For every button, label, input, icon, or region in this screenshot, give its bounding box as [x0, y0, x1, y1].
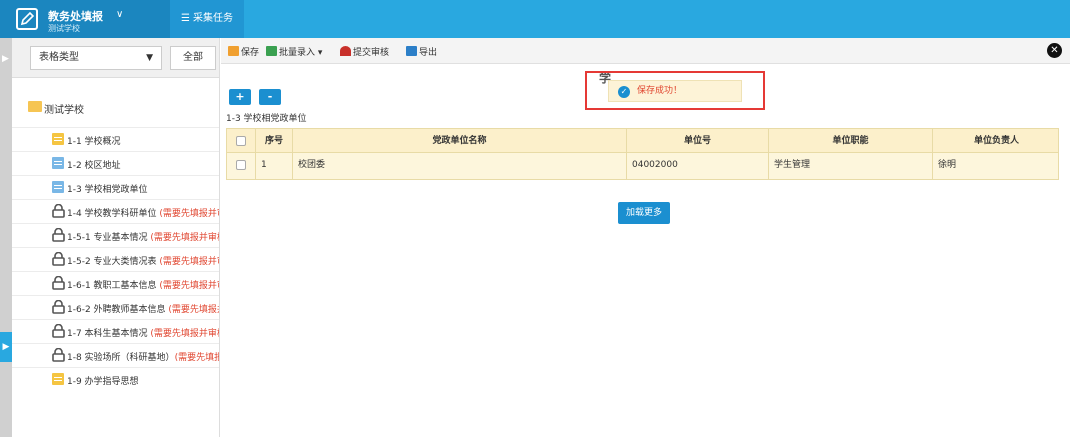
column-header: 党政单位名称 [293, 129, 627, 152]
expand-panel-button[interactable]: ▶ [0, 332, 12, 362]
sidebar-tree-item[interactable]: 1-5-2 专业大类情况表 (需要先填报并审核 [12, 247, 219, 271]
form-type-value: 表格类型 [39, 52, 79, 63]
tree-root-school[interactable]: 测试学校 [12, 95, 219, 119]
sidebar-item-label: 1-4 学校教学科研单位 (需要先填报并审核 [67, 209, 219, 219]
sidebar-tree-item[interactable]: 1-4 学校教学科研单位 (需要先填报并审核 [12, 199, 219, 223]
sidebar-tree-item[interactable]: 1-7 本科生基本情况 (需要先填报并审核 [12, 319, 220, 343]
save-icon [228, 46, 239, 56]
lock-icon [52, 347, 65, 362]
select-all-checkbox[interactable] [236, 136, 246, 146]
edit-icon [16, 8, 38, 30]
tasks-label: 采集任务 [192, 13, 233, 24]
toolbar: 保存 批量录入 ▾ 提交审核 导出 ✕ [221, 38, 1070, 64]
folder-icon [28, 101, 42, 112]
doc-icon [52, 373, 64, 385]
sidebar-tree-item[interactable]: 1-2 校区地址 [12, 151, 219, 175]
sidebar-tree-item[interactable]: 1-6-2 外聘教师基本信息 (需要先填报并审 [12, 295, 219, 319]
school-name: 测试学校 [48, 24, 80, 33]
chevron-down-icon[interactable]: ∨ [116, 9, 123, 20]
main-panel: 保存 批量录入 ▾ 提交审核 导出 ✕ 学 + - 1-3 学校相党政单位 序号… [221, 38, 1070, 437]
column-header: 单位号 [627, 129, 769, 152]
sidebar-tree-item[interactable]: 1-5-1 专业基本情况 (需要先填报并审核 [12, 223, 220, 247]
export-button[interactable]: 导出 [406, 45, 437, 58]
doc-icon [52, 133, 64, 145]
table-row[interactable]: 1 校团委 04002000 学生管理 徐明 [226, 153, 1059, 180]
add-row-button[interactable]: + [229, 89, 251, 105]
lock-icon [52, 203, 65, 218]
remove-row-button[interactable]: - [259, 89, 281, 105]
lock-icon [52, 275, 65, 290]
lock-icon [52, 251, 65, 266]
batch-import-label: 批量录入 [279, 48, 316, 58]
doc-icon [52, 157, 64, 169]
lock-icon [52, 227, 65, 242]
sidebar-item-label: 1-5-2 专业大类情况表 (需要先填报并审核 [67, 257, 219, 267]
sidebar-filter: 表格类型 ▼ 全部 [12, 38, 219, 78]
export-icon [406, 46, 417, 56]
row-index: 1 [256, 153, 293, 179]
all-button[interactable]: 全部 [170, 46, 216, 70]
sidebar-tree-item[interactable]: 1-8 实验场所（科研基地）(需要先填报并 [12, 343, 219, 367]
sidebar-item-label: 1-7 本科生基本情况 (需要先填报并审核 [67, 329, 220, 339]
brand-menu[interactable]: 教务处填报 测试学校 ∨ [0, 0, 170, 38]
select-all-cell [227, 129, 256, 152]
form-type-select[interactable]: 表格类型 ▼ [30, 46, 162, 70]
doc-icon [52, 181, 64, 193]
app-title: 教务处填报 [48, 10, 103, 23]
load-more-button[interactable]: 加载更多 [618, 202, 670, 224]
row-checkbox[interactable] [236, 160, 246, 170]
sidebar-item-label: 1-6-2 外聘教师基本信息 (需要先填报并审 [67, 305, 219, 315]
sidebar: 表格类型 ▼ 全部 测试学校 1-1 学校概况 1-2 校区地址 1-3 学校相党政… [12, 38, 220, 437]
submit-review-label: 提交审核 [353, 48, 390, 58]
sidebar-item-label: 1-5-1 专业基本情况 (需要先填报并审核 [67, 233, 220, 243]
save-button[interactable]: 保存 [228, 45, 259, 58]
submit-review-button[interactable]: 提交审核 [340, 45, 389, 58]
save-label: 保存 [241, 48, 260, 58]
table-caption: 1-3 学校相党政单位 [226, 114, 307, 124]
unit-leader-cell[interactable]: 徐明 [933, 153, 1060, 179]
lock-icon [52, 323, 65, 338]
unit-code-cell[interactable]: 04002000 [627, 153, 769, 179]
lock-icon [52, 299, 65, 314]
export-label: 导出 [419, 48, 438, 58]
column-header: 单位职能 [769, 129, 933, 152]
batch-import-button[interactable]: 批量录入 ▾ [266, 45, 322, 58]
tasks-button[interactable]: ☰ 采集任务 [170, 0, 244, 38]
import-icon [266, 46, 277, 56]
sidebar-item-label: 1-2 校区地址 [67, 161, 121, 171]
unit-function-cell[interactable]: 学生管理 [769, 153, 933, 179]
sidebar-item-label: 1-8 实验场所（科研基地）(需要先填报并 [67, 353, 219, 363]
close-icon[interactable]: ✕ [1047, 43, 1062, 58]
list-icon: ☰ [181, 13, 190, 24]
column-header: 序号 [256, 129, 293, 152]
dropdown-caret-icon: ▼ [146, 53, 153, 63]
sidebar-tree-item[interactable]: 1-6-1 教职工基本信息 (需要先填报并审核 [12, 271, 219, 295]
table-header: 序号 党政单位名称 单位号 单位职能 单位负责人 [226, 128, 1059, 153]
sidebar-tree-item[interactable]: 1-1 学校概况 [12, 127, 219, 151]
highlight-box [585, 71, 765, 110]
sidebar-item-label: 1-1 学校概况 [67, 137, 121, 147]
unit-name-cell[interactable]: 校团委 [293, 153, 627, 179]
submit-icon [340, 46, 351, 56]
sidebar-item-label: 1-9 办学指导思想 [67, 377, 139, 387]
sidebar-tree-item[interactable]: 1-9 办学指导思想 [12, 367, 219, 391]
sidebar-item-label: 1-6-1 教职工基本信息 (需要先填报并审核 [67, 281, 219, 291]
top-bar: 教务处填报 测试学校 ∨ ☰ 采集任务 [0, 0, 1070, 38]
sidebar-item-label: 1-3 学校相党政单位 [67, 185, 148, 195]
sidebar-toggle-strip: ▶ ▶ [0, 38, 12, 437]
collapse-arrow-icon[interactable]: ▶ [2, 54, 9, 64]
row-select-cell [227, 153, 256, 179]
column-header: 单位负责人 [973, 136, 1019, 146]
tree-root-label: 测试学校 [44, 105, 84, 116]
sidebar-tree-item[interactable]: 1-3 学校相党政单位 [12, 175, 219, 199]
